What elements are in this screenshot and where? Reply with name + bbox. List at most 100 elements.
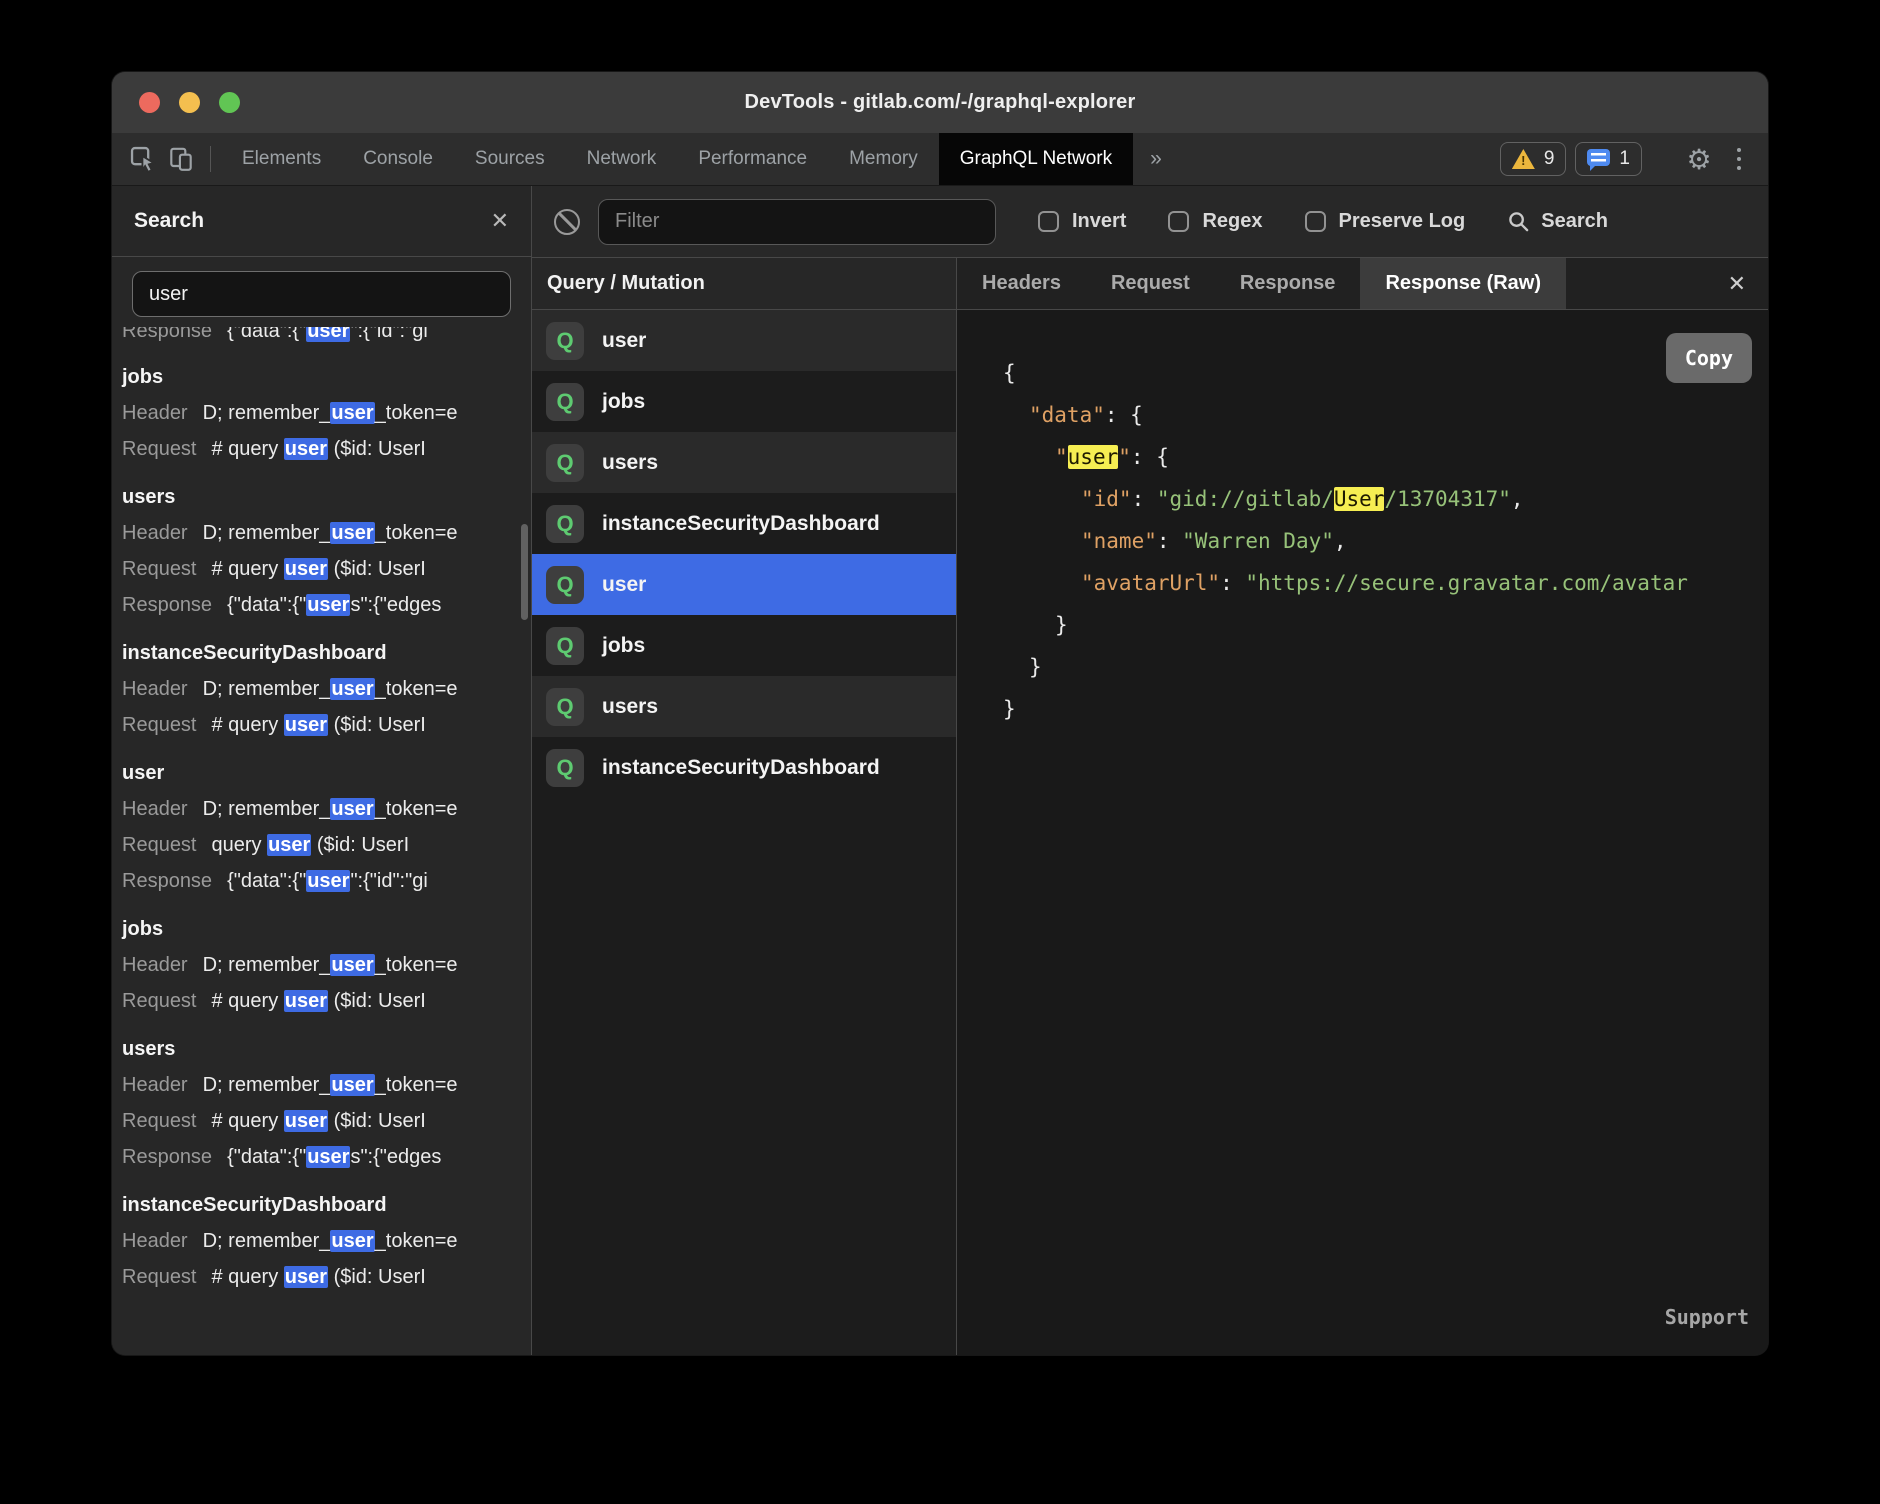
search-result-line[interactable]: HeaderD; remember_user_token=e: [122, 671, 531, 707]
search-input[interactable]: [132, 271, 511, 317]
invert-checkbox[interactable]: [1038, 211, 1059, 232]
close-window-button[interactable]: [139, 92, 160, 113]
search-result-line[interactable]: HeaderD; remember_user_token=e: [122, 1067, 531, 1103]
result-line-value: D; remember_user_token=e: [203, 798, 458, 820]
copy-button[interactable]: Copy: [1666, 333, 1752, 383]
response-tab-headers[interactable]: Headers: [957, 258, 1086, 309]
query-item-label: jobs: [602, 390, 645, 414]
search-result-line[interactable]: Response{"data":{"users":{"edges: [122, 1139, 531, 1175]
text-segment: :: [1157, 529, 1182, 553]
search-result-line[interactable]: HeaderD; remember_user_token=e: [122, 395, 531, 431]
result-line-value: # query user ($id: UserI: [212, 1266, 426, 1288]
search-result-line[interactable]: HeaderD; remember_user_token=e: [122, 791, 531, 827]
preserve-log-checkbox[interactable]: [1305, 211, 1326, 232]
toolbar-tab-elements[interactable]: Elements: [221, 133, 342, 185]
more-tabs-chevron[interactable]: »: [1133, 133, 1179, 185]
search-result-title: users: [122, 479, 531, 515]
toolbar-tab-network[interactable]: Network: [566, 133, 678, 185]
text-segment: D; remember_: [203, 522, 331, 544]
issues-badge[interactable]: 1: [1575, 142, 1642, 176]
match-highlight: user: [1068, 445, 1119, 469]
window-titlebar: DevTools - gitlab.com/-/graphql-explorer: [112, 72, 1768, 133]
response-tab-response[interactable]: Response: [1215, 258, 1361, 309]
query-item-user[interactable]: Quser: [532, 310, 956, 371]
warning-count: 9: [1544, 148, 1555, 170]
search-panel-scrollbar[interactable]: [521, 524, 528, 620]
text-segment: }: [1003, 697, 1016, 721]
window-title: DevTools - gitlab.com/-/graphql-explorer: [744, 91, 1135, 114]
search-result-line[interactable]: HeaderD; remember_user_token=e: [122, 947, 531, 983]
match-highlight: user: [284, 438, 328, 460]
search-result-clipped-line[interactable]: Response{"data":{"user":{"id":"gi: [122, 327, 531, 347]
search-result-line[interactable]: Request# query user ($id: UserI: [122, 983, 531, 1019]
result-line-value: {"data":{"user":{"id":"gi: [227, 327, 428, 342]
invert-option[interactable]: Invert: [1038, 210, 1126, 233]
search-result-title: jobs: [122, 911, 531, 947]
text-segment: {: [1130, 403, 1143, 427]
message-bubble-icon: [1587, 149, 1610, 166]
search-result-line[interactable]: Request# query user ($id: UserI: [122, 1103, 531, 1139]
search-result-line[interactable]: Request# query user ($id: UserI: [122, 431, 531, 467]
text-segment: _token=e: [375, 678, 458, 700]
query-item-jobs[interactable]: Qjobs: [532, 371, 956, 432]
warnings-badge[interactable]: 9: [1500, 142, 1567, 176]
text-segment: ,: [1511, 487, 1524, 511]
filter-input[interactable]: [598, 199, 996, 245]
response-tab-request[interactable]: Request: [1086, 258, 1215, 309]
query-item-jobs[interactable]: Qjobs: [532, 615, 956, 676]
query-item-user[interactable]: Quser: [532, 554, 956, 615]
close-detail-icon[interactable]: ✕: [1706, 258, 1768, 309]
regex-checkbox[interactable]: [1168, 211, 1189, 232]
match-highlight: user: [284, 990, 328, 1012]
toolbar-tab-performance[interactable]: Performance: [677, 133, 828, 185]
response-tab-response-raw[interactable]: Response (Raw): [1360, 258, 1566, 309]
search-result-line[interactable]: Request# query user ($id: UserI: [122, 1259, 531, 1295]
zoom-window-button[interactable]: [219, 92, 240, 113]
preserve-log-option[interactable]: Preserve Log: [1305, 210, 1466, 233]
query-item-instancesecuritydashboard[interactable]: QinstanceSecurityDashboard: [532, 493, 956, 554]
search-result-line[interactable]: Request# query user ($id: UserI: [122, 551, 531, 587]
text-segment: "gid://gitlab/: [1157, 487, 1334, 511]
more-options-icon[interactable]: [1726, 148, 1752, 171]
text-segment: {: [1156, 445, 1169, 469]
search-result-line[interactable]: HeaderD; remember_user_token=e: [122, 515, 531, 551]
search-result-line[interactable]: Requestquery user ($id: UserI: [122, 827, 531, 863]
toolbar-tab-console[interactable]: Console: [342, 133, 454, 185]
minimize-window-button[interactable]: [179, 92, 200, 113]
inspect-element-icon[interactable]: [124, 133, 162, 185]
result-line-value: # query user ($id: UserI: [212, 990, 426, 1012]
query-item-users[interactable]: Qusers: [532, 676, 956, 737]
toolbar-tab-memory[interactable]: Memory: [828, 133, 939, 185]
result-line-value: {"data":{"user":{"id":"gi: [227, 870, 428, 892]
filter-bar: Invert Regex Preserve Log: [532, 186, 1768, 258]
settings-gear-icon[interactable]: ⚙: [1681, 143, 1717, 176]
toolbar-tab-sources[interactable]: Sources: [454, 133, 566, 185]
search-result-title: user: [122, 755, 531, 791]
toolbar-tab-graphql-network[interactable]: GraphQL Network: [939, 133, 1133, 185]
clear-log-icon[interactable]: [554, 209, 580, 235]
text-segment: {"data":{": [227, 594, 306, 616]
text-segment: ,: [1334, 529, 1347, 553]
search-results-list: Response{"data":{"user":{"id":"gijobsHea…: [112, 327, 531, 1355]
search-result-section-user: userHeaderD; remember_user_token=eReques…: [122, 755, 531, 899]
text-segment: ":{"id":"gi: [350, 870, 427, 892]
search-result-line[interactable]: HeaderD; remember_user_token=e: [122, 1223, 531, 1259]
search-result-line[interactable]: Response{"data":{"user":{"id":"gi: [122, 863, 531, 899]
regex-option[interactable]: Regex: [1168, 210, 1262, 233]
search-result-line[interactable]: Request# query user ($id: UserI: [122, 707, 531, 743]
result-line-value: D; remember_user_token=e: [203, 522, 458, 544]
search-toggle[interactable]: Search: [1507, 210, 1608, 233]
result-line-value: # query user ($id: UserI: [212, 438, 426, 460]
match-highlight: user: [330, 678, 374, 700]
text-segment: }: [1055, 613, 1068, 637]
query-type-icon: Q: [546, 505, 584, 543]
issue-count: 1: [1619, 148, 1630, 170]
text-segment: {: [1003, 361, 1016, 385]
search-result-section-users: usersHeaderD; remember_user_token=eReque…: [122, 1031, 531, 1175]
support-link[interactable]: Support: [1665, 1296, 1749, 1338]
query-item-users[interactable]: Qusers: [532, 432, 956, 493]
close-search-panel-icon[interactable]: ✕: [491, 208, 509, 234]
query-item-instancesecuritydashboard[interactable]: QinstanceSecurityDashboard: [532, 737, 956, 798]
search-result-line[interactable]: Response{"data":{"users":{"edges: [122, 587, 531, 623]
device-toolbar-icon[interactable]: [162, 133, 200, 185]
